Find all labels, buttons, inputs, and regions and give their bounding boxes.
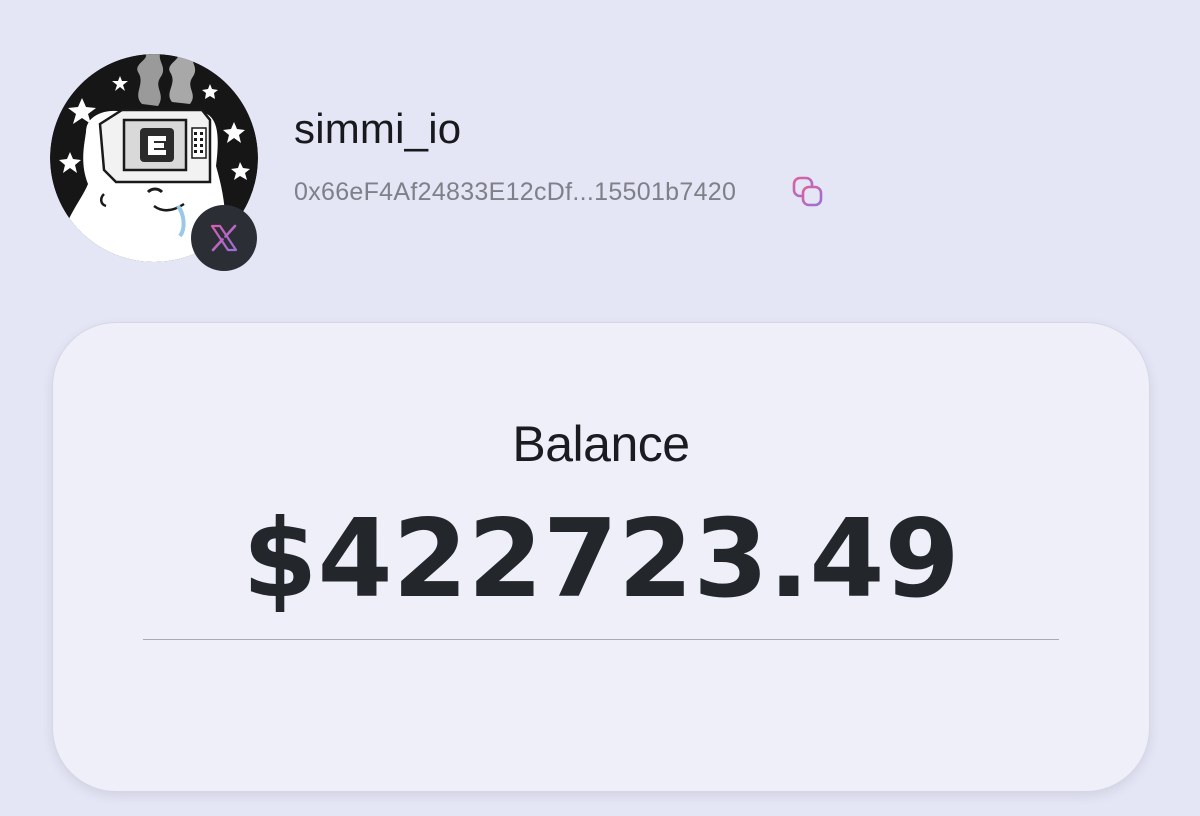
x-logo-icon [210,224,238,252]
balance-divider [143,639,1059,640]
balance-value: $422723.49 [242,497,960,622]
x-logo-badge[interactable] [191,205,257,271]
wallet-address: 0x66eF4Af24833E12cDf...15501b7420 [294,177,737,206]
profile-avatar-container [50,54,258,271]
balance-card: Balance $422723.49 [52,322,1150,792]
copy-icon [792,176,823,207]
balance-label: Balance [512,416,690,472]
username: simmi_io [294,105,462,152]
copy-address-button[interactable] [788,172,828,212]
wallet-address-row: 0x66eF4Af24833E12cDf...15501b7420 [294,174,736,210]
